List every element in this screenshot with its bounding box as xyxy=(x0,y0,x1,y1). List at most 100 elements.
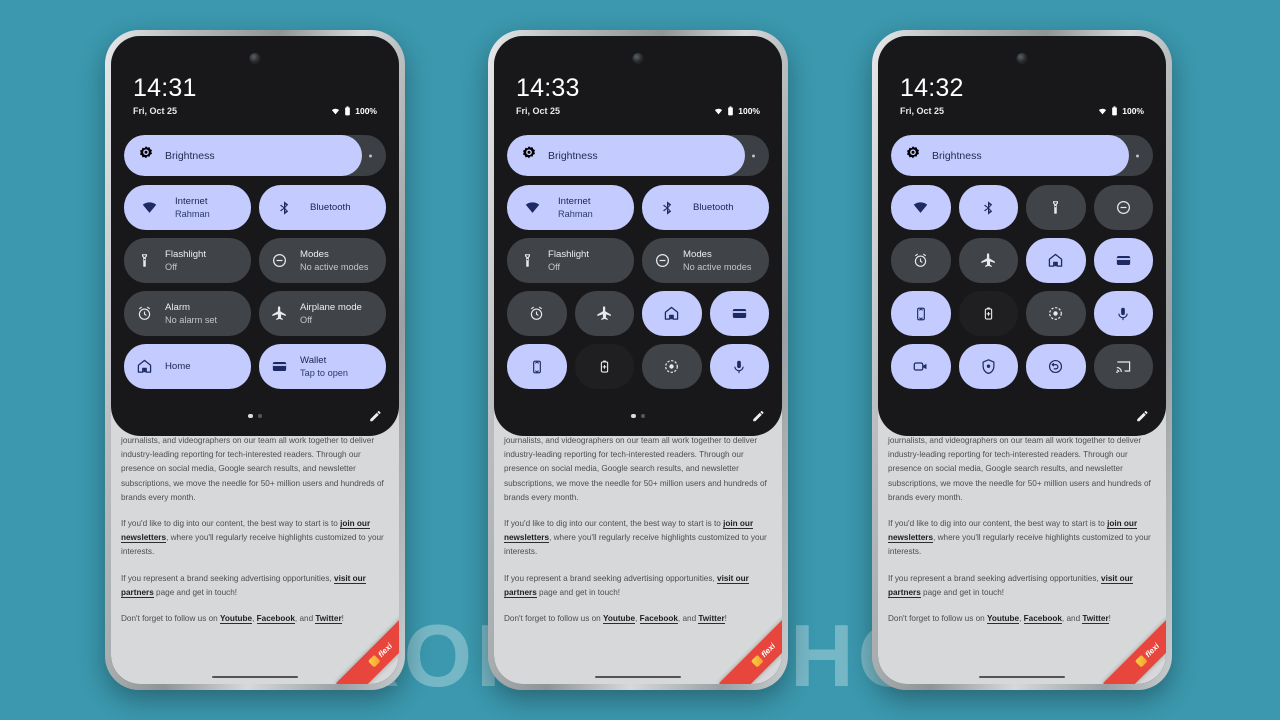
battery-saver-icon xyxy=(593,356,615,378)
gesture-bar xyxy=(979,676,1065,678)
qs-tile-home[interactable]: Home xyxy=(124,344,251,389)
article-link[interactable]: join our newsletters xyxy=(504,519,754,544)
article-link[interactable]: Youtube xyxy=(219,614,253,625)
qs-tile-title: Flashlight xyxy=(165,248,207,260)
qs-tile-row xyxy=(891,344,1153,389)
article-paragraph: If you represent a brand seeking adverti… xyxy=(504,573,749,598)
brightness-knob[interactable] xyxy=(752,154,755,157)
qs-tile-airplane-mode[interactable] xyxy=(574,291,634,336)
edit-button[interactable] xyxy=(368,409,383,424)
qs-tile-subtitle: Rahman xyxy=(175,208,210,219)
brightness-slider[interactable]: Brightness xyxy=(507,135,769,176)
brightness-slider[interactable]: Brightness xyxy=(124,135,386,176)
qs-tile-microphone[interactable] xyxy=(709,344,769,389)
qs-tile-grid xyxy=(891,185,1153,389)
qs-tile-airplane-mode[interactable] xyxy=(958,238,1018,283)
qs-tile-bluetooth[interactable] xyxy=(958,185,1018,230)
qs-tile-battery-saver[interactable] xyxy=(574,344,634,389)
qs-tile-internet[interactable]: Internet Rahman xyxy=(507,185,634,230)
page-dot[interactable] xyxy=(640,413,645,419)
article-link[interactable]: Youtube xyxy=(602,614,636,625)
qs-tile-row xyxy=(507,344,769,389)
qs-tile-screen-capture[interactable] xyxy=(891,344,951,389)
status-date: Fri, Oct 25 xyxy=(900,106,945,116)
qs-tile-modes[interactable]: Modes No active modes xyxy=(642,238,769,283)
wallet-icon xyxy=(728,303,750,325)
quick-settings-footer xyxy=(507,405,769,427)
qs-tile-row: Flashlight Off Modes No active modes xyxy=(507,238,769,283)
alarm-icon xyxy=(526,303,548,325)
qs-tile-text: Bluetooth xyxy=(693,201,734,214)
brightness-knob[interactable] xyxy=(1136,154,1139,157)
qs-tile-bluetooth[interactable]: Bluetooth xyxy=(642,185,769,230)
article-link[interactable]: Twitter xyxy=(1082,614,1109,625)
statusbar-wifi-icon xyxy=(714,107,723,116)
qs-tile-title: Airplane mode xyxy=(300,301,362,313)
qs-tile-text: Alarm No alarm set xyxy=(165,301,217,327)
article-link[interactable]: Facebook xyxy=(639,614,678,625)
article-link[interactable]: Youtube xyxy=(986,614,1020,625)
brightness-knob[interactable] xyxy=(369,154,372,157)
phones-stage: journalists, and videographers on our te… xyxy=(0,0,1280,720)
article-link[interactable]: visit our partners xyxy=(888,573,1133,598)
article-link[interactable]: Twitter xyxy=(698,614,725,625)
flexi-ribbon-text: flexi xyxy=(759,641,778,660)
statusbar-battery-icon xyxy=(727,106,734,116)
brightness-slider[interactable]: Brightness xyxy=(891,135,1153,176)
flashlight-icon xyxy=(133,250,155,272)
qs-tile-microphone[interactable] xyxy=(1093,291,1153,336)
qs-tile-bluetooth[interactable]: Bluetooth xyxy=(259,185,386,230)
qs-tile-wallet[interactable]: Wallet Tap to open xyxy=(259,344,386,389)
qs-tile-modes[interactable] xyxy=(1093,185,1153,230)
qs-tile-internet[interactable]: Internet Rahman xyxy=(124,185,251,230)
edit-button[interactable] xyxy=(751,409,766,424)
status-icons: 100% xyxy=(331,106,377,116)
qs-tile-row: Alarm No alarm set Airplane mode Off xyxy=(124,291,386,336)
qs-tile-home[interactable] xyxy=(642,291,702,336)
article-link[interactable]: join our newsletters xyxy=(121,519,371,544)
qs-tile-flashlight[interactable]: Flashlight Off xyxy=(507,238,634,283)
qs-tile-auto-rotate[interactable] xyxy=(891,291,951,336)
bluetooth-icon-bubble xyxy=(268,191,300,224)
qs-tile-battery-saver[interactable] xyxy=(958,291,1018,336)
article-link[interactable]: visit our partners xyxy=(121,573,366,598)
qs-tile-flashlight[interactable]: Flashlight Off xyxy=(124,238,251,283)
qs-tile-airplane-mode[interactable]: Airplane mode Off xyxy=(259,291,386,336)
qs-tile-auto-rotate[interactable] xyxy=(507,344,567,389)
article-link[interactable]: Twitter xyxy=(315,614,342,625)
qs-tile-privacy-shield[interactable] xyxy=(958,344,1018,389)
qs-tile-flashlight[interactable] xyxy=(1026,185,1086,230)
record-icon xyxy=(1045,303,1067,325)
qs-tile-subtitle: Off xyxy=(300,314,313,325)
qs-tile-wallet[interactable] xyxy=(709,291,769,336)
home-icon xyxy=(1045,250,1067,272)
qs-tile-wallet[interactable] xyxy=(1093,238,1153,283)
article-paragraph: Don't forget to follow us on Youtube, Fa… xyxy=(888,614,1111,625)
alarm-icon xyxy=(910,250,932,272)
article-paragraph: journalists, and videographers on our te… xyxy=(121,436,384,502)
qs-tile-title: Modes xyxy=(300,248,329,260)
qs-tile-internet[interactable] xyxy=(891,185,951,230)
qs-tile-cast[interactable] xyxy=(1093,344,1153,389)
article-link[interactable]: join our newsletters xyxy=(888,519,1138,544)
qs-tile-modes[interactable]: Modes No active modes xyxy=(259,238,386,283)
page-dot[interactable] xyxy=(631,413,636,419)
qs-tile-alarm[interactable]: Alarm No alarm set xyxy=(124,291,251,336)
edit-button[interactable] xyxy=(1135,409,1150,424)
qs-tile-sync[interactable] xyxy=(1026,344,1086,389)
qs-tile-alarm[interactable] xyxy=(507,291,567,336)
page-dot[interactable] xyxy=(257,413,262,419)
brightness-label: Brightness xyxy=(165,149,215,162)
quick-settings-footer xyxy=(891,405,1153,427)
article-link[interactable]: Facebook xyxy=(256,614,295,625)
article-link[interactable]: visit our partners xyxy=(504,573,749,598)
qs-tile-alarm[interactable] xyxy=(891,238,951,283)
qs-tile-grid: Internet Rahman Bluetooth Flashlight Off Mode… xyxy=(507,185,769,389)
qs-tile-home[interactable] xyxy=(1026,238,1086,283)
article-link[interactable]: Facebook xyxy=(1023,614,1062,625)
qs-tile-screen-record[interactable] xyxy=(1026,291,1086,336)
qs-tile-screen-record[interactable] xyxy=(642,344,702,389)
page-dot[interactable] xyxy=(248,413,253,419)
cast-icon xyxy=(1112,356,1134,378)
qs-tile-subtitle: Rahman xyxy=(558,208,593,219)
